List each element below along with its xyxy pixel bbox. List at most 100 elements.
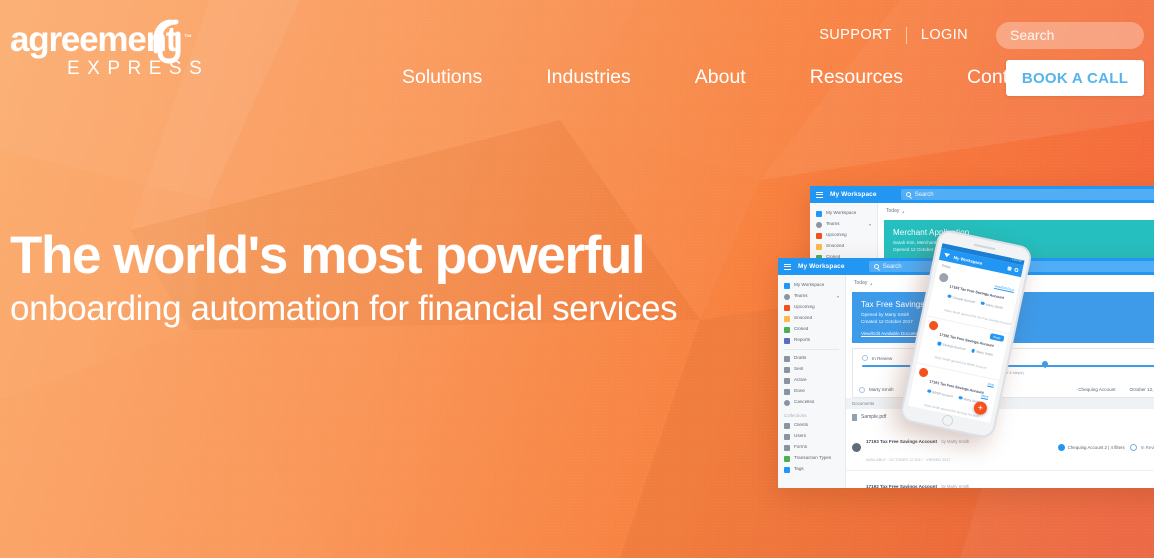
sidebar-item-label: Forms [794, 445, 808, 450]
nav-item-industries[interactable]: Industries [514, 60, 663, 94]
done-icon [784, 388, 790, 395]
sidebar-item[interactable]: Teams ▾ [810, 219, 877, 230]
sidebar-item-label: Teams [826, 222, 840, 227]
sidebar-item-forms[interactable]: Forms [778, 442, 845, 453]
sidebar-item-label: Tags [794, 467, 804, 472]
sidebar-item-reports[interactable]: Reports [778, 335, 845, 346]
sidebar-item-active[interactable]: Active [778, 375, 845, 386]
sidebar-item-cancelled[interactable]: Cancelled [778, 397, 845, 408]
sidebar-item-done[interactable]: Done [778, 386, 845, 397]
search-icon [873, 264, 879, 269]
document-row[interactable]: Sample.pdf [846, 409, 1154, 426]
clock-icon [1129, 444, 1137, 451]
teams-icon [816, 221, 822, 228]
chevron-up-icon: ▴ [902, 208, 905, 214]
sidebar-item-drafts[interactable]: Drafts [778, 353, 845, 364]
table-row[interactable]: 17193 Tax Free Savings Account by Marty … [846, 425, 1154, 471]
clients-icon [784, 422, 790, 429]
assignee-label: Marty Smith [869, 387, 894, 392]
sidebar-section-header: Collections [784, 413, 807, 418]
today-label: Today [886, 208, 900, 214]
phone-speaker [973, 243, 996, 251]
snoozed-icon [816, 243, 822, 250]
sidebar-item-transaction-types[interactable]: Transaction Types [778, 453, 845, 464]
row-meta: AVAILABLE · OCTOBER 12 2017 · VIEWED 201… [866, 457, 951, 462]
sidebar-item-tags[interactable]: Tags [778, 464, 845, 475]
sidebar-item[interactable]: Upcoming [810, 230, 877, 241]
account-badge-icon [1057, 444, 1065, 451]
table-row[interactable]: 17192 Tax Free Savings Account by Marty … [846, 470, 1154, 488]
sidebar-item-label: My Workspace [794, 283, 825, 288]
product-screenshot-group: My Workspace Search My Workspace Teams ▾ [770, 178, 1154, 508]
cancelled-icon [784, 399, 790, 406]
sidebar-item-snoozed[interactable]: Snoozed [778, 313, 845, 324]
sidebar-divider [784, 349, 839, 350]
row-title: 17193 Tax Free Savings Account [866, 438, 937, 444]
sidebar-item[interactable]: Snoozed [810, 241, 877, 252]
hero-banner: agreement ™ EXPRESS SUPPORT LOGIN Soluti… [0, 0, 1154, 558]
menu-icon[interactable] [816, 191, 823, 198]
sidebar-item-label: Active [794, 378, 807, 383]
nav-item-about[interactable]: About [663, 60, 778, 94]
nav-item-solutions[interactable]: Solutions [370, 60, 514, 94]
sidebar-item-label: Done [794, 389, 805, 394]
filter-icon[interactable] [1007, 266, 1012, 271]
document-name: Sample.pdf [861, 414, 887, 420]
sidebar-item-label: Upcoming [794, 305, 815, 310]
sidebar-item-my-workspace[interactable]: My Workspace [778, 280, 845, 291]
sidebar-item[interactable]: My Workspace [810, 208, 877, 219]
search-icon[interactable] [1014, 267, 1019, 273]
logo-subtext: EXPRESS [67, 58, 210, 79]
item-action[interactable]: View/Edit Docs [994, 284, 1015, 292]
reports-icon [784, 337, 790, 344]
sidebar-item-upcoming[interactable]: Upcoming [778, 302, 845, 313]
site-logo[interactable]: agreement ™ EXPRESS [8, 12, 203, 82]
logo-icon [943, 252, 951, 258]
users-icon [784, 433, 790, 440]
sidebar-item-teams[interactable]: Teams ▾ [778, 291, 845, 302]
timeline-status-label: In Review [872, 355, 893, 361]
file-icon [852, 413, 857, 421]
sidebar-item-label: Teams [794, 294, 808, 299]
avatar [852, 443, 861, 452]
chevron-down-icon: ▾ [836, 293, 839, 299]
sent-icon [784, 366, 790, 373]
sidebar-item-label: Cancelled [794, 400, 815, 405]
sidebar-item-clients[interactable]: Clients [778, 420, 845, 431]
app-search-back[interactable]: Search [900, 189, 1154, 200]
sidebar-item-sent[interactable]: Sent [778, 364, 845, 375]
person-icon [958, 395, 963, 400]
row-subtitle: by Marty Smith [941, 438, 970, 444]
item-action[interactable]: View [987, 382, 994, 387]
sidebar-item-users[interactable]: Users [778, 431, 845, 442]
avatar [928, 319, 939, 331]
date-label: October 12, 2017 [1129, 387, 1154, 392]
trademark-symbol: ™ [184, 33, 192, 42]
app-topbar-back: My Workspace Search [810, 186, 1154, 203]
phone-home-button[interactable] [941, 414, 955, 428]
menu-icon[interactable] [784, 263, 791, 270]
tags-icon [784, 466, 790, 473]
active-icon [784, 377, 790, 384]
item-action[interactable]: Reply [989, 332, 1005, 342]
hero-headline: The world's most powerful onboarding aut… [10, 227, 730, 328]
teams-icon [784, 293, 790, 300]
person-icon [980, 301, 985, 306]
transaction-types-icon [784, 455, 790, 462]
book-a-call-button[interactable]: BOOK A CALL [1006, 60, 1144, 96]
sidebar-item-label: Clients [794, 423, 809, 428]
status-icon [862, 355, 868, 361]
nav-item-resources[interactable]: Resources [778, 60, 935, 94]
workspace-title-back: My Workspace [830, 191, 877, 198]
search-input[interactable] [996, 21, 1144, 49]
sidebar-item-label: Transaction Types [794, 456, 832, 461]
card-title: Merchant Application [893, 228, 970, 237]
login-link[interactable]: LOGIN [907, 22, 982, 48]
row-status: In Review [1140, 445, 1154, 450]
timeline-caption: (3 of 6 steps) [1000, 369, 1024, 375]
today-filter-back[interactable]: Today ▴ [878, 203, 1154, 218]
sidebar-item-closed[interactable]: Closed [778, 324, 845, 335]
support-link[interactable]: SUPPORT [805, 22, 906, 48]
closed-icon [784, 326, 790, 333]
account-icon [947, 294, 952, 299]
